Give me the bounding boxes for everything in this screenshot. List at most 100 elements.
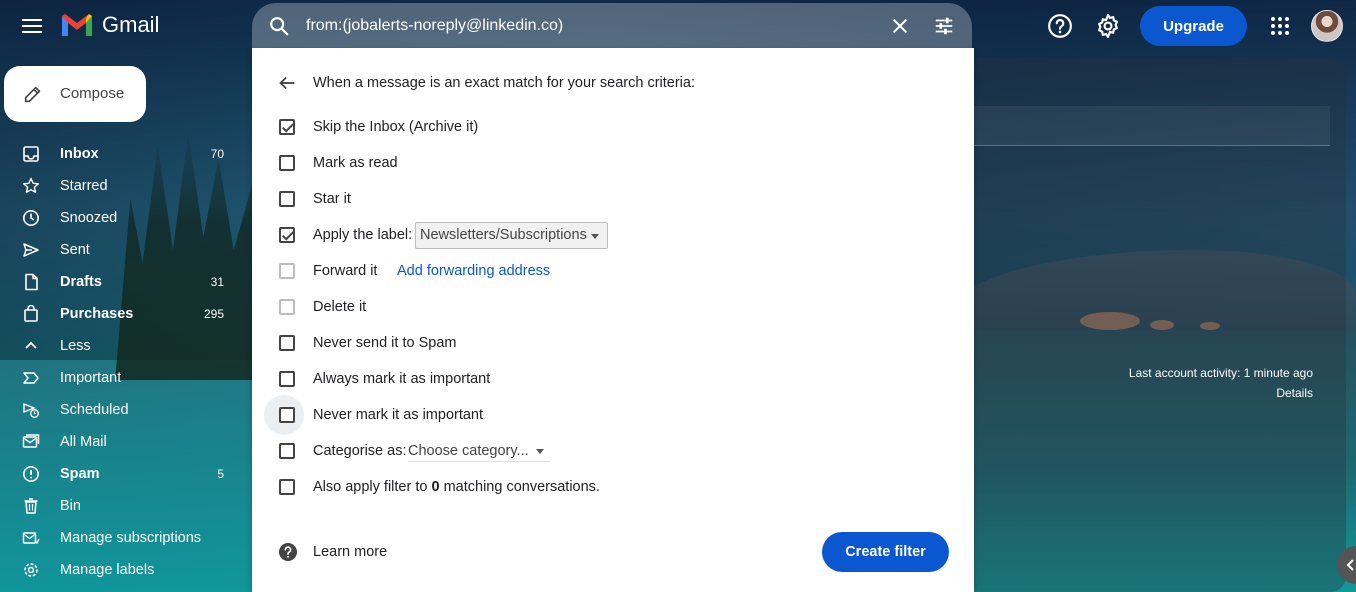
skip-inbox-checkbox[interactable] [279, 119, 295, 135]
category-select-value: Choose category... [408, 443, 529, 459]
sidebar-item-bin[interactable]: Bin [0, 490, 252, 522]
gmail-m-icon [62, 14, 92, 36]
also-apply-suffix: matching conversations. [439, 479, 600, 495]
forward-it-checkbox[interactable] [279, 263, 295, 279]
hamburger-icon [22, 19, 42, 21]
option-never-spam: Never send it to Spam [278, 331, 938, 355]
sidebar-item-manage-subscriptions[interactable]: Manage subscriptions [0, 522, 252, 554]
mark-read-checkbox[interactable] [279, 155, 295, 171]
spam-icon [23, 466, 39, 482]
star-it-label: Star it [313, 191, 351, 207]
sidebar-item-label: Purchases [60, 306, 134, 322]
category-select-dropdown[interactable]: Choose category... [408, 440, 550, 462]
never-spam-label: Never send it to Spam [313, 335, 457, 351]
sidebar-item-starred[interactable]: Starred [0, 170, 252, 202]
dropdown-caret-icon [536, 449, 544, 454]
clock-icon [23, 210, 39, 226]
sidebar-item-label: Spam [60, 466, 100, 482]
send-icon [23, 243, 39, 257]
search-options-icon[interactable] [933, 15, 955, 37]
upgrade-button[interactable]: Upgrade [1140, 6, 1247, 46]
skip-inbox-label: Skip the Inbox (Archive it) [313, 119, 479, 135]
matching-count: 0 [431, 479, 440, 495]
help-circle-icon[interactable] [278, 542, 298, 562]
dialog-heading: When a message is an exact match for you… [313, 75, 695, 91]
sidebar-item-label: Manage subscriptions [60, 530, 202, 546]
sidebar-item-important[interactable]: Important [0, 362, 252, 394]
main-menu-button[interactable] [18, 12, 46, 40]
sidebar-item-label: Starred [60, 178, 108, 194]
gmail-logo-text: Gmail [102, 12, 160, 37]
inbox-icon [23, 146, 39, 162]
sidebar-item-sent[interactable]: Sent [0, 234, 252, 266]
never-important-checkbox[interactable] [279, 407, 295, 423]
sidebar-item-label: Snoozed [60, 210, 118, 226]
label-important-icon [23, 372, 39, 384]
google-apps-icon[interactable] [1270, 16, 1290, 36]
sidebar-item-label: Sent [60, 242, 90, 258]
mark-read-label: Mark as read [313, 155, 398, 171]
help-icon[interactable] [1047, 13, 1073, 39]
add-forwarding-address-link[interactable]: Add forwarding address [397, 263, 550, 279]
sidebar-item-label: All Mail [60, 434, 107, 450]
clear-search-icon[interactable] [889, 15, 911, 37]
learn-more-link[interactable]: Learn more [313, 544, 387, 560]
option-forward: Forward it Add forwarding address [278, 259, 938, 283]
always-important-checkbox[interactable] [279, 371, 295, 387]
always-important-label: Always mark it as important [313, 371, 491, 387]
sidebar-item-label: Manage labels [60, 562, 155, 578]
label-select-dropdown[interactable]: Newsletters/Subscriptions [415, 222, 608, 249]
trash-icon [24, 498, 38, 514]
apply-label-checkbox[interactable] [279, 227, 295, 243]
settings-gear-icon[interactable] [1095, 13, 1121, 39]
also-apply-prefix: Also apply filter to [313, 479, 432, 495]
search-input[interactable] [306, 13, 866, 39]
star-it-checkbox[interactable] [279, 191, 295, 207]
star-icon [23, 177, 39, 194]
sidebar-item-label: Important [60, 370, 122, 386]
delete-it-checkbox[interactable] [279, 299, 295, 315]
sidebar-item-snoozed[interactable]: Snoozed [0, 202, 252, 234]
main-content-toolbar [972, 106, 1330, 146]
sidebar-item-purchases[interactable]: Purchases 295 [0, 298, 252, 330]
search-bar [252, 3, 972, 48]
hamburger-icon [22, 25, 42, 27]
label-select-value: Newsletters/Subscriptions [420, 227, 587, 243]
option-mark-read: Mark as read [278, 151, 938, 175]
dropdown-caret-icon [591, 234, 599, 239]
option-star: Star it [278, 187, 938, 211]
back-arrow-icon[interactable] [276, 72, 298, 94]
never-spam-checkbox[interactable] [279, 335, 295, 351]
sidebar-item-inbox[interactable]: Inbox 70 [0, 138, 252, 170]
chevron-left-icon [1346, 559, 1354, 571]
sidebar-item-manage-labels[interactable]: Manage labels [0, 554, 252, 586]
draft-icon [25, 273, 38, 291]
sidebar-item-scheduled[interactable]: Scheduled [0, 394, 252, 426]
top-header: Gmail Upgrade [0, 0, 1356, 52]
sidebar-item-label: Drafts [60, 274, 102, 290]
sidebar-item-drafts[interactable]: Drafts 31 [0, 266, 252, 298]
apply-label-label: Apply the label: [313, 227, 413, 243]
subscriptions-icon [22, 532, 40, 545]
forward-it-label: Forward it [313, 263, 378, 279]
compose-button[interactable]: Compose [4, 66, 146, 122]
option-categorise: Categorise as: Choose category... [278, 439, 938, 463]
option-delete: Delete it [278, 295, 938, 319]
search-icon[interactable] [268, 15, 290, 37]
also-apply-checkbox[interactable] [279, 479, 295, 495]
activity-details-link[interactable]: Details [1276, 386, 1313, 400]
compose-label: Compose [60, 85, 125, 102]
hamburger-icon [22, 31, 42, 33]
sidebar-nav: Inbox 70 Starred Snoozed Sent Drafts 31 … [0, 138, 252, 586]
sidebar-item-label: Inbox [60, 146, 99, 162]
sidebar-item-less[interactable]: Less [0, 330, 252, 362]
chevron-up-icon [25, 341, 37, 349]
categorise-label: Categorise as: [313, 443, 407, 459]
sidebar-item-all-mail[interactable]: All Mail [0, 426, 252, 458]
create-filter-button[interactable]: Create filter [822, 532, 949, 572]
categorise-checkbox[interactable] [279, 443, 295, 459]
account-avatar[interactable] [1311, 10, 1343, 42]
gear-icon [24, 563, 38, 577]
gmail-logo[interactable]: Gmail [60, 12, 159, 38]
sidebar-item-spam[interactable]: Spam 5 [0, 458, 252, 490]
